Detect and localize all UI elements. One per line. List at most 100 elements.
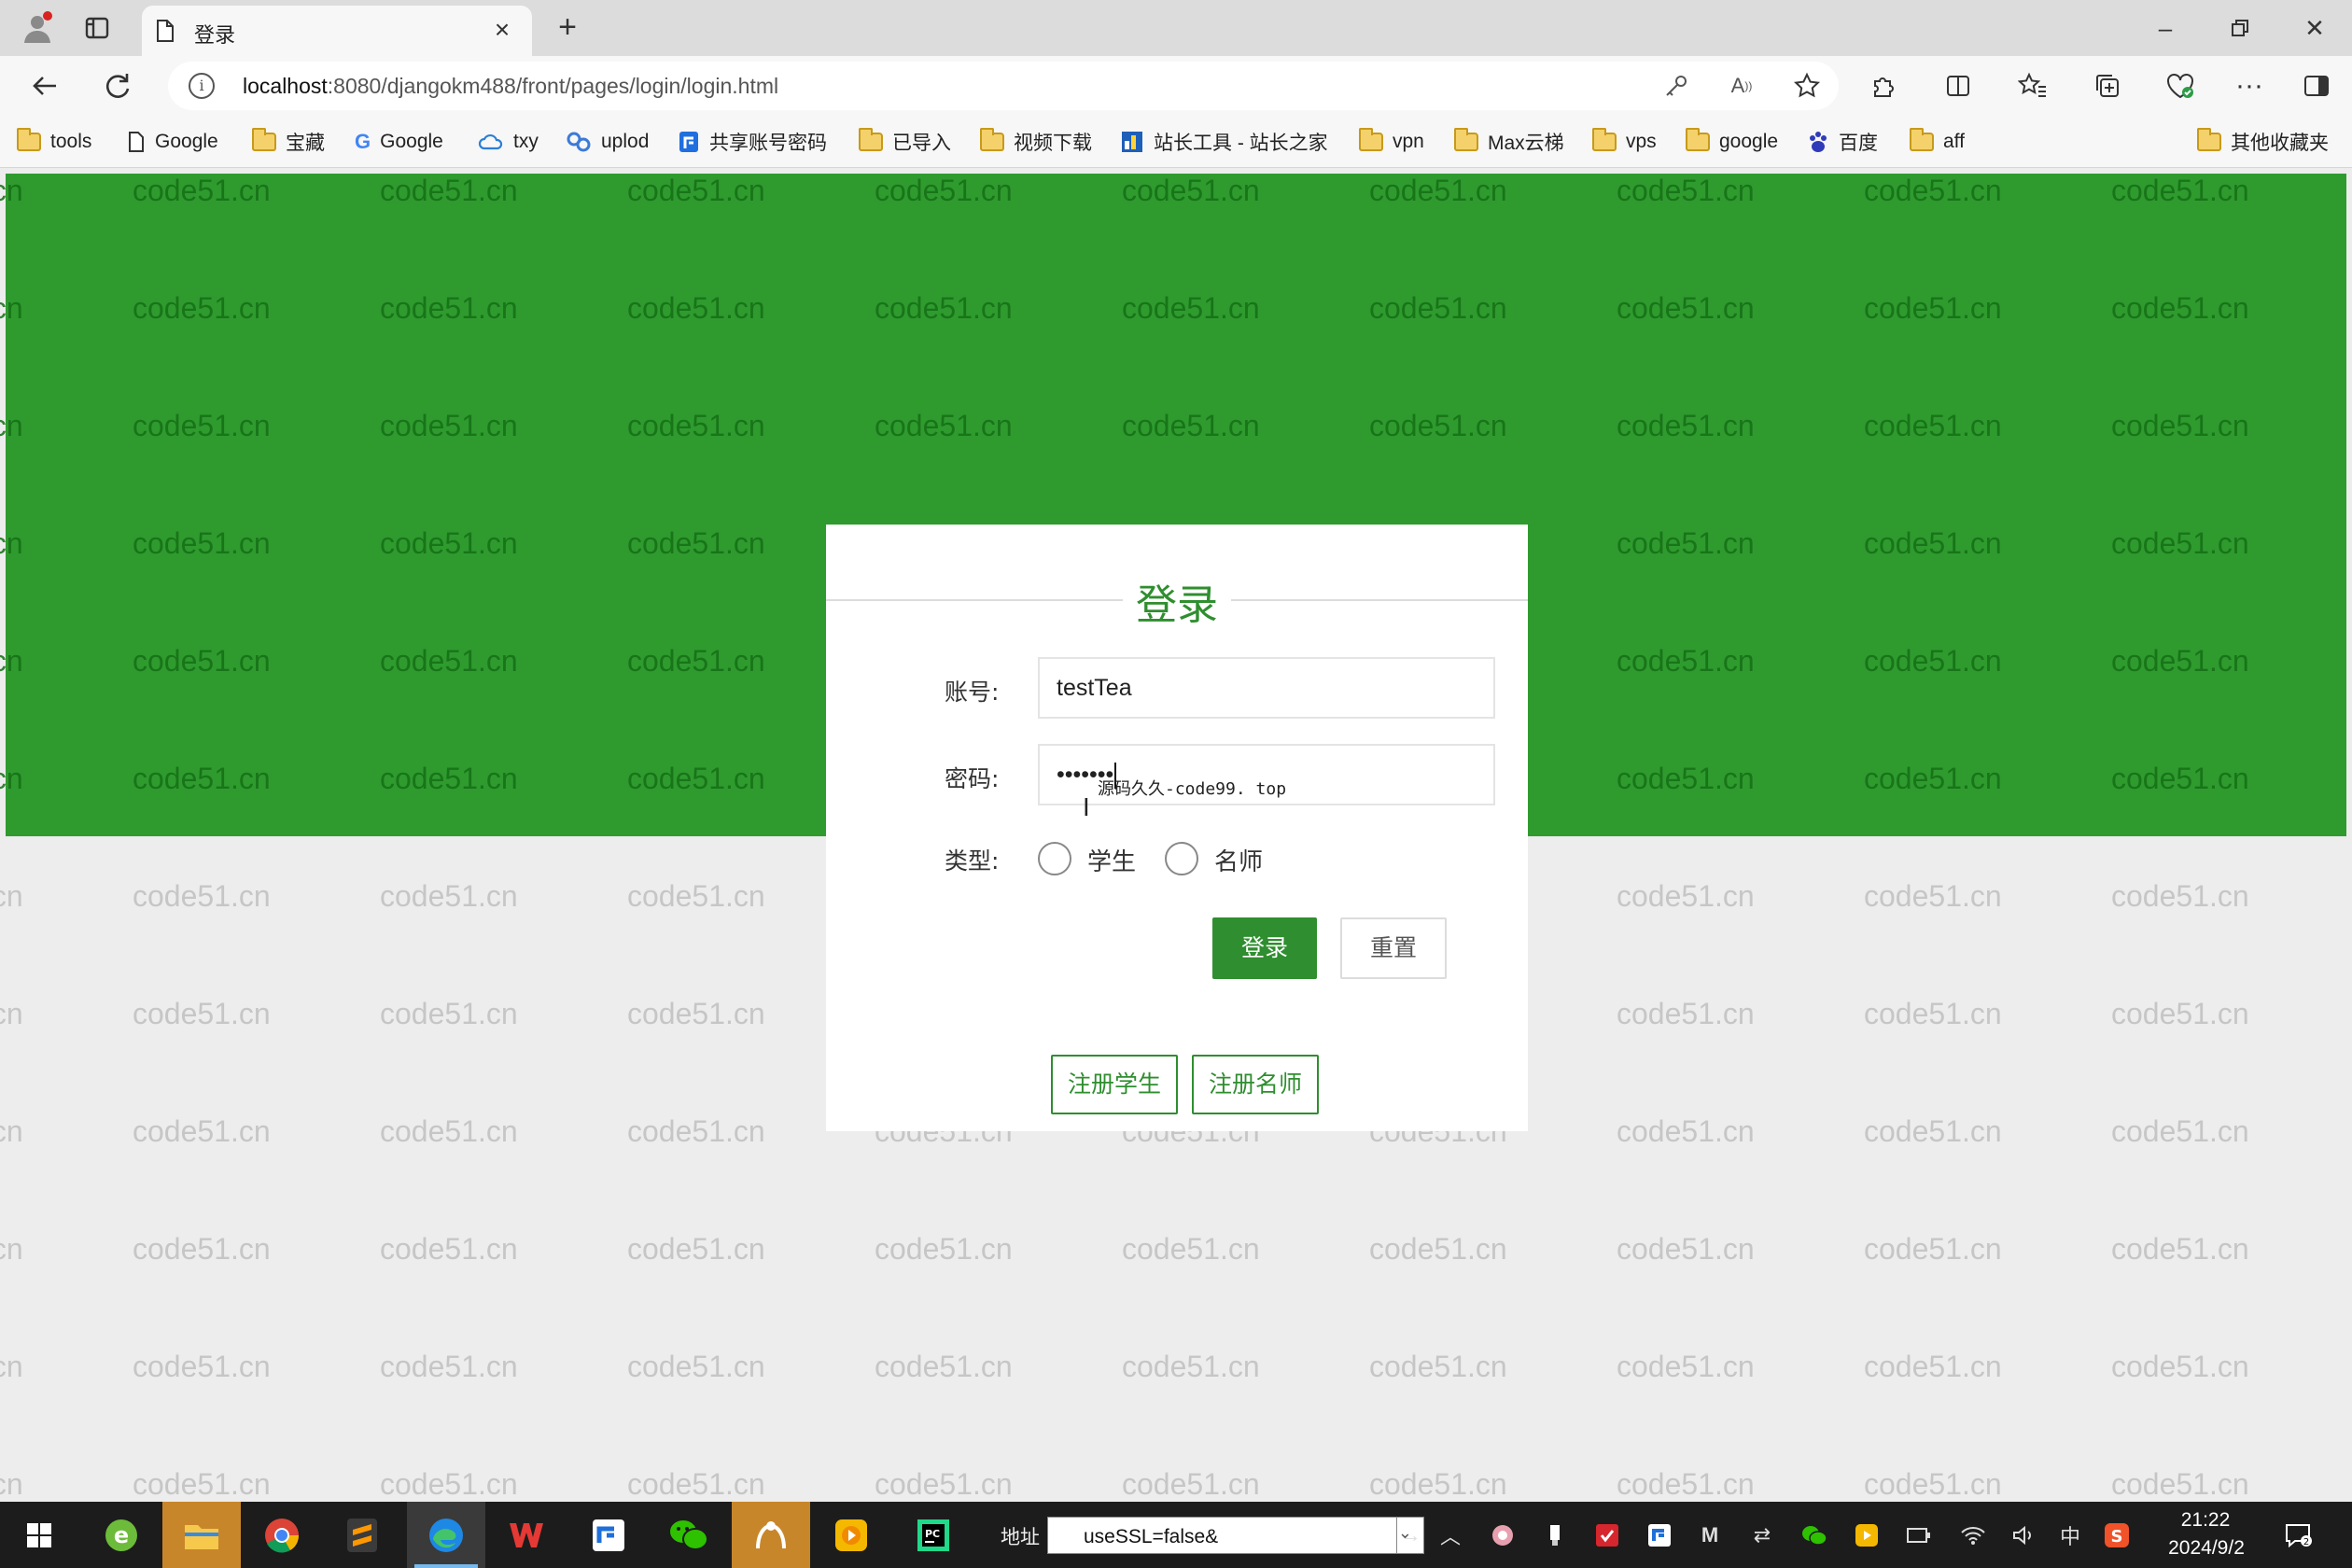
watermark-text: code51.cn — [133, 1232, 271, 1266]
tab-login[interactable]: 登录 × — [142, 6, 532, 56]
todo-app-icon[interactable] — [569, 1502, 648, 1568]
clock-date[interactable]: 2024/9/2 — [2158, 1537, 2255, 1560]
bookmark-vpn[interactable]: vpn — [1359, 127, 1424, 157]
folder-icon — [1592, 128, 1617, 151]
chrome-icon[interactable] — [243, 1502, 321, 1568]
watermark-text: code51.cn — [1864, 1350, 2002, 1383]
favorites-icon[interactable] — [2014, 67, 2051, 105]
watermark-text: code51.cn — [1617, 879, 1755, 913]
site-info-icon[interactable]: i — [189, 73, 215, 99]
profile-icon[interactable] — [17, 7, 58, 49]
gmail-tray-icon[interactable]: M — [1693, 1519, 1727, 1552]
overlay-tooltip: 源码久久-code99. top — [1098, 779, 1287, 799]
radio-teacher[interactable] — [1165, 842, 1198, 875]
svg-text:S: S — [2111, 1527, 2123, 1547]
bookmark-shared-accounts[interactable]: 共享账号密码 — [678, 127, 827, 157]
taskbar-address-input[interactable]: useSSL=false& ⌄ — [1047, 1517, 1424, 1554]
antivirus-icon[interactable] — [1590, 1519, 1624, 1552]
go-arrow-icon[interactable]: → — [1396, 1517, 1424, 1554]
watermark-text: code51.cn — [133, 997, 271, 1030]
bookmark-other-favorites[interactable]: 其他收藏夹 — [2197, 127, 2329, 157]
navicat-icon[interactable] — [732, 1502, 810, 1568]
register-teacher-button[interactable]: 注册名师 — [1192, 1055, 1319, 1114]
restore-button[interactable] — [2212, 9, 2268, 47]
ie-browser-icon[interactable]: e — [82, 1502, 161, 1568]
bookmark-vps[interactable]: vps — [1592, 127, 1657, 157]
collections-icon[interactable] — [2089, 67, 2126, 105]
browser-essentials-icon[interactable] — [2162, 67, 2199, 105]
close-window-button[interactable]: ✕ — [2287, 9, 2343, 47]
watermark-text: code51.cn — [627, 1467, 765, 1501]
usb-device-icon[interactable] — [1538, 1519, 1572, 1552]
taskbar: e PC 地址 useSSL=false& ⌄ → ︿ M ⇄ 中 S 21:2… — [0, 1502, 2352, 1568]
bookmark-txy[interactable]: txy — [478, 127, 539, 157]
player-tray-icon[interactable] — [1850, 1519, 1883, 1552]
watermark-text: code51.cn — [133, 1350, 271, 1383]
settings-sliders-icon[interactable]: ⇄ — [1745, 1519, 1779, 1552]
page-content: code51.cn code51.cn code51.cn code51.cn code… — [0, 169, 2352, 1502]
favorite-star-icon[interactable] — [1792, 71, 1822, 101]
extensions-icon[interactable] — [1865, 67, 1902, 105]
key-icon[interactable] — [1661, 71, 1691, 101]
watermark-text: code51.cn — [380, 997, 518, 1030]
input-method-indicator[interactable]: 中 — [2053, 1519, 2087, 1552]
watermark-text: code51.cn — [1122, 1467, 1260, 1501]
wechat-icon[interactable] — [650, 1502, 728, 1568]
bookmark-google-folder[interactable]: google — [1686, 127, 1778, 157]
watermark-text: code51.cn — [627, 1232, 765, 1266]
bookmark-video-download[interactable]: 视频下载 — [980, 127, 1092, 157]
tray-app-icon[interactable] — [1486, 1519, 1519, 1552]
start-windows-icon[interactable] — [0, 1502, 78, 1568]
wifi-icon[interactable] — [1956, 1519, 1990, 1552]
login-button[interactable]: 登录 — [1212, 917, 1317, 979]
pycharm-icon[interactable]: PC — [894, 1502, 973, 1568]
edge-browser-icon[interactable] — [407, 1502, 485, 1568]
sidebar-icon[interactable] — [2298, 67, 2335, 105]
url-text[interactable]: localhost:8080/djangokm488/front/pages/l… — [243, 74, 778, 99]
sublime-text-icon[interactable] — [323, 1502, 401, 1568]
wps-office-icon[interactable] — [487, 1502, 566, 1568]
bookmark-baozang[interactable]: 宝藏 — [252, 127, 325, 157]
file-explorer-icon[interactable] — [162, 1502, 241, 1568]
register-student-button[interactable]: 注册学生 — [1051, 1055, 1178, 1114]
read-aloud-icon[interactable]: A)) — [1727, 71, 1757, 101]
folder-icon — [1454, 128, 1478, 151]
account-input[interactable]: testTea — [1038, 657, 1495, 719]
bookmark-aff[interactable]: aff — [1910, 127, 1965, 157]
battery-plug-icon[interactable] — [1902, 1519, 1936, 1552]
bookmark-tools[interactable]: tools — [17, 127, 91, 157]
password-input[interactable]: ••••••• I 源码久久-code99. top — [1038, 744, 1495, 822]
watermark-text: code51.cn — [2111, 1232, 2249, 1266]
clock-time[interactable]: 21:22 — [2163, 1509, 2247, 1532]
wechat-tray-icon[interactable] — [1798, 1519, 1831, 1552]
reset-button[interactable]: 重置 — [1340, 917, 1447, 979]
address-bar[interactable]: i localhost:8080/djangokm488/front/pages… — [168, 62, 1839, 110]
page-icon — [155, 19, 175, 48]
cloud-icon — [478, 133, 504, 151]
bookmark-baidu[interactable]: 百度 — [1807, 127, 1878, 157]
todo-tray-icon[interactable] — [1643, 1519, 1676, 1552]
new-tab-button[interactable]: + — [549, 9, 586, 47]
bookmark-google-2[interactable]: G Google — [355, 127, 443, 157]
tab-actions-icon[interactable] — [78, 9, 116, 47]
back-arrow-icon[interactable] — [24, 65, 65, 106]
volume-icon[interactable] — [2007, 1519, 2040, 1552]
bookmark-google[interactable]: Google — [127, 127, 218, 157]
radio-student[interactable] — [1038, 842, 1071, 875]
bookmark-webmaster-tools[interactable]: 站长工具 - 站长之家 — [1120, 127, 1328, 157]
taskbar-address-value: useSSL=false& — [1084, 1526, 1219, 1547]
bookmark-uplod[interactable]: uplod — [566, 127, 649, 157]
tray-expand-icon[interactable]: ︿ — [1434, 1519, 1467, 1552]
notification-icon[interactable]: 2 — [2277, 1517, 2318, 1554]
radio-student-label[interactable]: 学生 — [1087, 843, 1136, 877]
more-menu-icon[interactable]: ··· — [2231, 67, 2268, 105]
media-player-icon[interactable] — [812, 1502, 890, 1568]
refresh-icon[interactable] — [97, 65, 138, 106]
split-screen-icon[interactable] — [1939, 67, 1977, 105]
minimize-button[interactable]: – — [2137, 9, 2193, 47]
sogou-ime-icon[interactable]: S — [2100, 1519, 2134, 1552]
bookmark-max-ladder[interactable]: Max云梯 — [1454, 127, 1564, 157]
radio-teacher-label[interactable]: 名师 — [1214, 843, 1263, 877]
bookmark-imported[interactable]: 已导入 — [859, 127, 951, 157]
close-tab-icon[interactable]: × — [487, 15, 517, 45]
